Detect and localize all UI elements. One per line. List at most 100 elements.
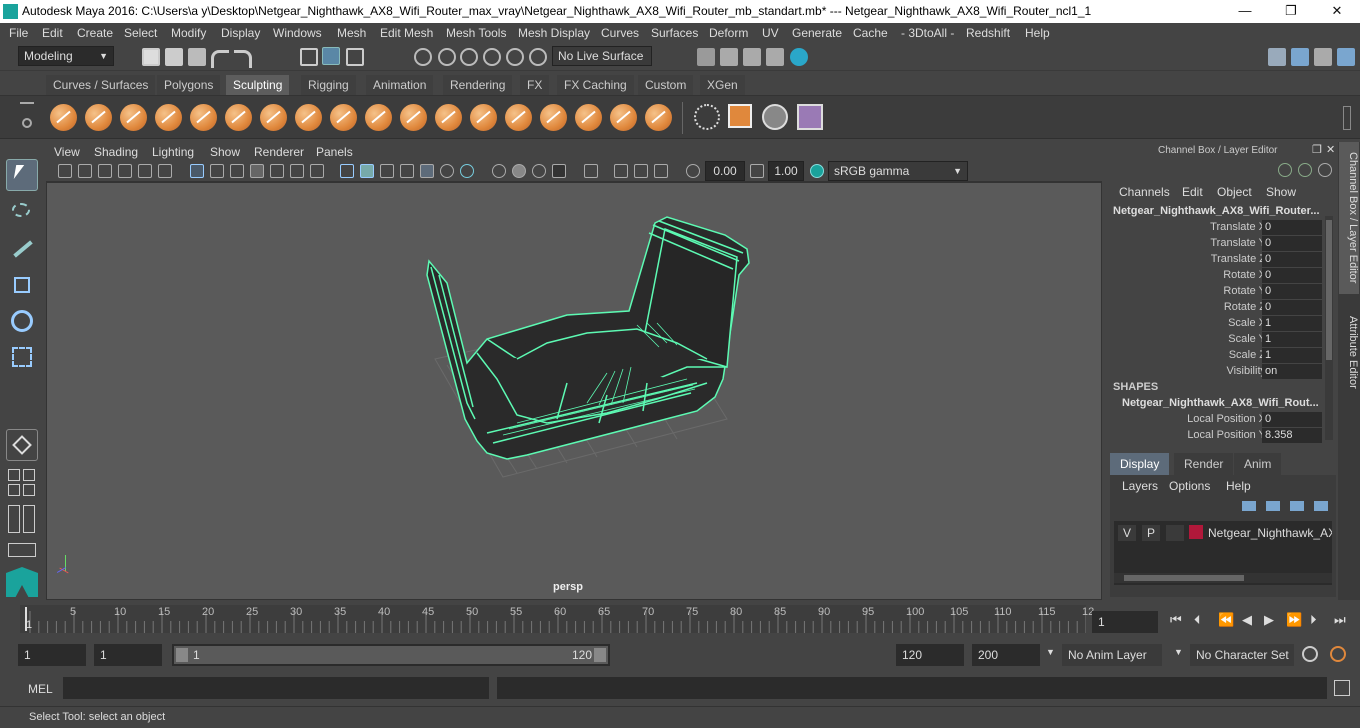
textured-icon[interactable] bbox=[400, 164, 414, 178]
foamy-tool-icon[interactable] bbox=[260, 104, 287, 131]
shelf-settings-icon[interactable] bbox=[22, 118, 32, 128]
tab-animation[interactable]: Animation bbox=[366, 75, 434, 95]
attr-row[interactable]: Scale X1 bbox=[1108, 316, 1324, 332]
manipulator-icon[interactable] bbox=[1278, 163, 1292, 177]
menu-mesh-display[interactable]: Mesh Display bbox=[518, 26, 590, 40]
depth-of-field-icon[interactable] bbox=[532, 164, 546, 178]
rotate-tool-icon[interactable] bbox=[6, 305, 38, 337]
anim-layer-dropdown[interactable]: No Anim Layer bbox=[1062, 644, 1162, 666]
attr-row[interactable]: Local Position X0 bbox=[1108, 412, 1324, 428]
save-scene-icon[interactable] bbox=[188, 48, 206, 66]
tab-fx[interactable]: FX bbox=[520, 75, 550, 95]
attr-row[interactable]: Scale Z1 bbox=[1108, 348, 1324, 364]
anti-aliasing-icon[interactable] bbox=[512, 164, 526, 178]
range-end-handle[interactable] bbox=[594, 648, 606, 662]
select-component-icon[interactable] bbox=[346, 48, 364, 66]
channel-box-scrollbar[interactable] bbox=[1325, 216, 1333, 440]
grid-toggle-icon[interactable] bbox=[190, 164, 204, 178]
animation-preferences-icon[interactable] bbox=[1330, 646, 1346, 662]
camera-select-icon[interactable] bbox=[58, 164, 72, 178]
attr-value[interactable]: 0 bbox=[1262, 284, 1322, 299]
attr-value[interactable]: 1 bbox=[1262, 332, 1322, 347]
tab-polygons[interactable]: Polygons bbox=[157, 75, 221, 95]
workspace-icon[interactable] bbox=[1268, 48, 1286, 66]
bookmark-icon[interactable] bbox=[98, 164, 112, 178]
ambient-occlusion-icon[interactable] bbox=[460, 164, 474, 178]
snap-view-plane-icon[interactable] bbox=[483, 48, 501, 66]
menu-help[interactable]: Help bbox=[1025, 26, 1050, 40]
flatten-tool-icon[interactable] bbox=[225, 104, 252, 131]
tab-display-layers[interactable]: Display bbox=[1110, 453, 1170, 475]
sculpt-layers-icon[interactable] bbox=[797, 104, 823, 130]
attr-row[interactable]: Visibility on bbox=[1108, 364, 1324, 380]
attr-value[interactable]: 8.358 bbox=[1262, 428, 1322, 443]
select-tool-icon[interactable] bbox=[6, 159, 38, 191]
isolate-select-icon[interactable] bbox=[552, 164, 566, 178]
tab-render-layers[interactable]: Render bbox=[1174, 453, 1234, 475]
channel-box-toggle-icon[interactable] bbox=[1337, 48, 1355, 66]
snap-curve-icon[interactable] bbox=[438, 48, 456, 66]
hypershade-icon[interactable] bbox=[790, 48, 808, 66]
cb-menu-object[interactable]: Object bbox=[1217, 185, 1252, 199]
spray-tool-icon[interactable] bbox=[295, 104, 322, 131]
step-back-frame-icon[interactable]: ⏴ bbox=[1194, 612, 1201, 628]
uv-editor-icon[interactable] bbox=[728, 104, 752, 128]
wireframe-on-shaded-icon[interactable] bbox=[380, 164, 394, 178]
menu-file[interactable]: File bbox=[9, 26, 28, 40]
menu-surfaces[interactable]: Surfaces bbox=[651, 26, 698, 40]
hyper-icon[interactable] bbox=[1318, 163, 1332, 177]
render-settings-icon[interactable] bbox=[697, 48, 715, 66]
animation-start-field[interactable]: 1 bbox=[18, 644, 86, 666]
persp-hypershade-layout-icon[interactable] bbox=[23, 484, 35, 496]
mode-dropdown[interactable]: Modeling ▼ bbox=[18, 46, 114, 66]
close-button[interactable]: ✕ bbox=[1314, 0, 1360, 23]
graph-layout-icon[interactable] bbox=[23, 505, 35, 533]
undo-icon[interactable] bbox=[211, 50, 229, 68]
tab-fx-caching[interactable]: FX Caching bbox=[557, 75, 634, 95]
attr-row[interactable]: Scale Y1 bbox=[1108, 332, 1324, 348]
sculpt-visibility-icon[interactable] bbox=[762, 104, 788, 130]
gate-mask-icon[interactable] bbox=[250, 164, 264, 178]
object-name[interactable]: Netgear_Nighthawk_AX8_Wifi_Router... bbox=[1113, 205, 1320, 217]
open-scene-icon[interactable] bbox=[165, 48, 183, 66]
snap-live-icon[interactable] bbox=[506, 48, 524, 66]
sculpt-tool-icon[interactable] bbox=[50, 104, 77, 131]
menu-windows[interactable]: Windows bbox=[273, 26, 322, 40]
go-to-start-icon[interactable]: ⏮ bbox=[1170, 612, 1182, 628]
two-d-pan-icon[interactable] bbox=[138, 164, 152, 178]
gamma-icon[interactable] bbox=[750, 164, 764, 178]
xray-icon[interactable] bbox=[584, 164, 598, 178]
menu-edit-mesh[interactable]: Edit Mesh bbox=[380, 26, 433, 40]
layer-menu-help[interactable]: Help bbox=[1226, 479, 1251, 493]
script-language-label[interactable]: MEL bbox=[28, 682, 53, 696]
step-forward-key-icon[interactable]: ⏩ bbox=[1286, 612, 1302, 628]
xray-joints-icon[interactable] bbox=[614, 164, 628, 178]
step-back-key-icon[interactable]: ⏪ bbox=[1218, 612, 1234, 628]
playback-start-field[interactable]: 1 bbox=[94, 644, 162, 666]
tab-curves-surfaces[interactable]: Curves / Surfaces bbox=[46, 75, 156, 95]
single-perspective-layout-icon[interactable] bbox=[6, 429, 38, 461]
menu-redshift[interactable]: Redshift bbox=[966, 26, 1010, 40]
repeat-tool-icon[interactable] bbox=[330, 104, 357, 131]
layer-menu-layers[interactable]: Layers bbox=[1122, 479, 1158, 493]
attr-row[interactable]: Translate Z0 bbox=[1108, 252, 1324, 268]
cb-menu-channels[interactable]: Channels bbox=[1119, 185, 1170, 199]
step-forward-frame-icon[interactable]: ⏵ bbox=[1310, 612, 1317, 628]
shadows-icon[interactable] bbox=[440, 164, 454, 178]
smooth-tool-icon[interactable] bbox=[85, 104, 112, 131]
four-view-layout-icon[interactable] bbox=[8, 469, 20, 481]
persp-graph-layout-icon[interactable] bbox=[8, 484, 20, 496]
vp-menu-renderer[interactable]: Renderer bbox=[254, 145, 304, 159]
backface-culling-icon[interactable] bbox=[654, 164, 668, 178]
attr-row[interactable]: Local Position Y 8.358 bbox=[1108, 428, 1324, 444]
vp-menu-show[interactable]: Show bbox=[210, 145, 240, 159]
menu-generate[interactable]: Generate bbox=[792, 26, 842, 40]
range-start-handle[interactable] bbox=[176, 648, 188, 662]
lasso-tool-icon[interactable] bbox=[6, 197, 38, 229]
attr-value[interactable]: 1 bbox=[1262, 348, 1322, 363]
menu-uv[interactable]: UV bbox=[762, 26, 779, 40]
speed-icon[interactable] bbox=[1298, 163, 1312, 177]
vp-menu-lighting[interactable]: Lighting bbox=[152, 145, 194, 159]
scrape-tool-icon[interactable] bbox=[435, 104, 462, 131]
fill-tool-icon[interactable] bbox=[470, 104, 497, 131]
